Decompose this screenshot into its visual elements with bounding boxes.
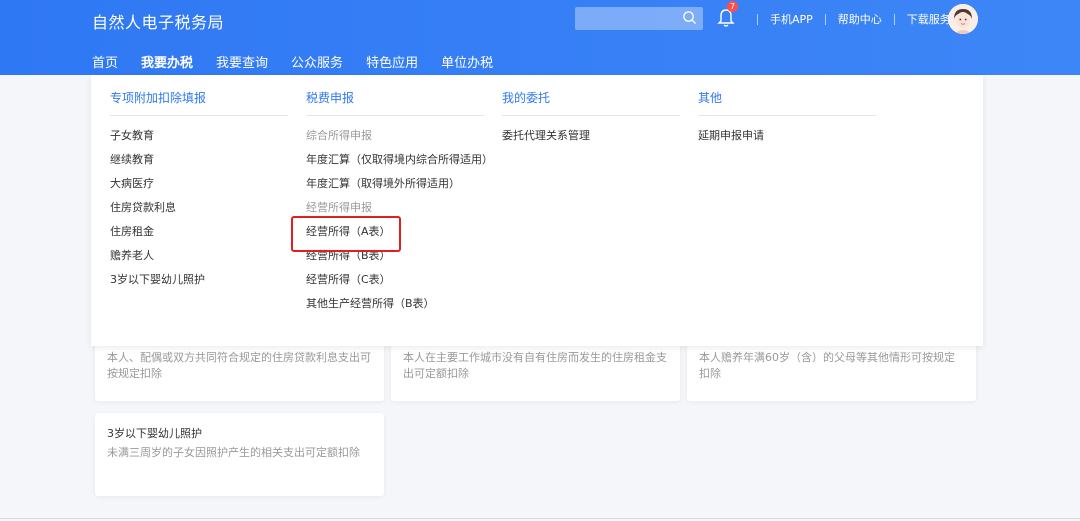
divider [893,13,895,25]
column-heading: 我的委托 [502,89,680,116]
link-download-service[interactable]: 下载服务 [907,11,951,27]
menu-item-serious-illness[interactable]: 大病医疗 [110,176,310,200]
column-heading: 其他 [698,89,876,116]
card-infant-care[interactable]: 3岁以下婴幼儿照护 未满三周岁的子女因照护产生的相关支出可定额扣除 [95,413,384,496]
divider [824,13,826,25]
card-description: 本人赡养年满60岁（含）的父母等其他情形可按规定扣除 [699,351,955,380]
column-heading: 税费申报 [306,89,484,116]
divider [0,518,1080,519]
card-title: 3岁以下婴幼儿照护 [107,427,202,440]
menu-item-elderly-support[interactable]: 赡养老人 [110,248,310,272]
menu-item-continuing-education[interactable]: 继续教育 [110,152,310,176]
tax-handling-dropdown: 专项附加扣除填报 子女教育 继续教育 大病医疗 住房贷款利息 住房租金 赡养老人… [91,75,983,346]
link-help-center[interactable]: 帮助中心 [838,11,882,27]
nav-public-service[interactable]: 公众服务 [291,52,343,77]
menu-item-child-education[interactable]: 子女教育 [110,128,310,152]
nav-employer-tax[interactable]: 单位办税 [441,52,493,77]
card-description: 本人、配偶或双方共同符合规定的住房贷款利息支出可按规定扣除 [107,351,371,380]
menu-item-deferred-filing[interactable]: 延期申报申请 [698,128,898,152]
header-bar: 自然人电子税务局 7 手机APP 帮助中心 下载服务 首页 我要办税 我要查询 … [0,0,1080,78]
menu-item-agency-management[interactable]: 委托代理关系管理 [502,128,702,152]
nav-home[interactable]: 首页 [92,52,118,77]
menu-item-annual-settlement-domestic[interactable]: 年度汇算（仅取得境内综合所得适用） [306,152,506,176]
nav-query[interactable]: 我要查询 [216,52,268,77]
column-heading: 专项附加扣除填报 [110,89,288,116]
menu-item-infant-care[interactable]: 3岁以下婴幼儿照护 [110,272,310,296]
search-icon[interactable] [682,10,697,25]
menu-item-other-business-income-b[interactable]: 其他生产经营所得（B表） [306,296,506,320]
notification-badge: 7 [727,1,738,12]
nav-tax-handling[interactable]: 我要办税 [141,52,194,78]
link-mobile-app[interactable]: 手机APP [770,11,813,27]
search-input[interactable] [575,7,683,30]
menu-item-housing-rent[interactable]: 住房租金 [110,224,310,248]
site-title[interactable]: 自然人电子税务局 [92,9,224,33]
nav-featured-apps[interactable]: 特色应用 [366,52,418,77]
main-nav: 首页 我要办税 我要查询 公众服务 特色应用 单位办税 [92,52,516,78]
menu-item-annual-settlement-overseas[interactable]: 年度汇算（取得境外所得适用） [306,176,506,200]
highlight-box [291,216,401,252]
menu-item-business-income-c[interactable]: 经营所得（C表） [306,272,506,296]
search-box[interactable] [575,7,703,30]
avatar[interactable] [948,4,978,34]
avatar-icon [948,4,978,34]
card-description: 本人在主要工作城市没有自有住房而发生的住房租金支出可定额扣除 [403,351,667,380]
card-description: 未满三周岁的子女因照护产生的相关支出可定额扣除 [107,446,360,459]
menu-group-comprehensive-income: 综合所得申报 [306,129,372,142]
divider [757,13,758,25]
top-links: 手机APP 帮助中心 下载服务 [745,12,951,26]
menu-item-housing-loan-interest[interactable]: 住房贷款利息 [110,200,310,224]
